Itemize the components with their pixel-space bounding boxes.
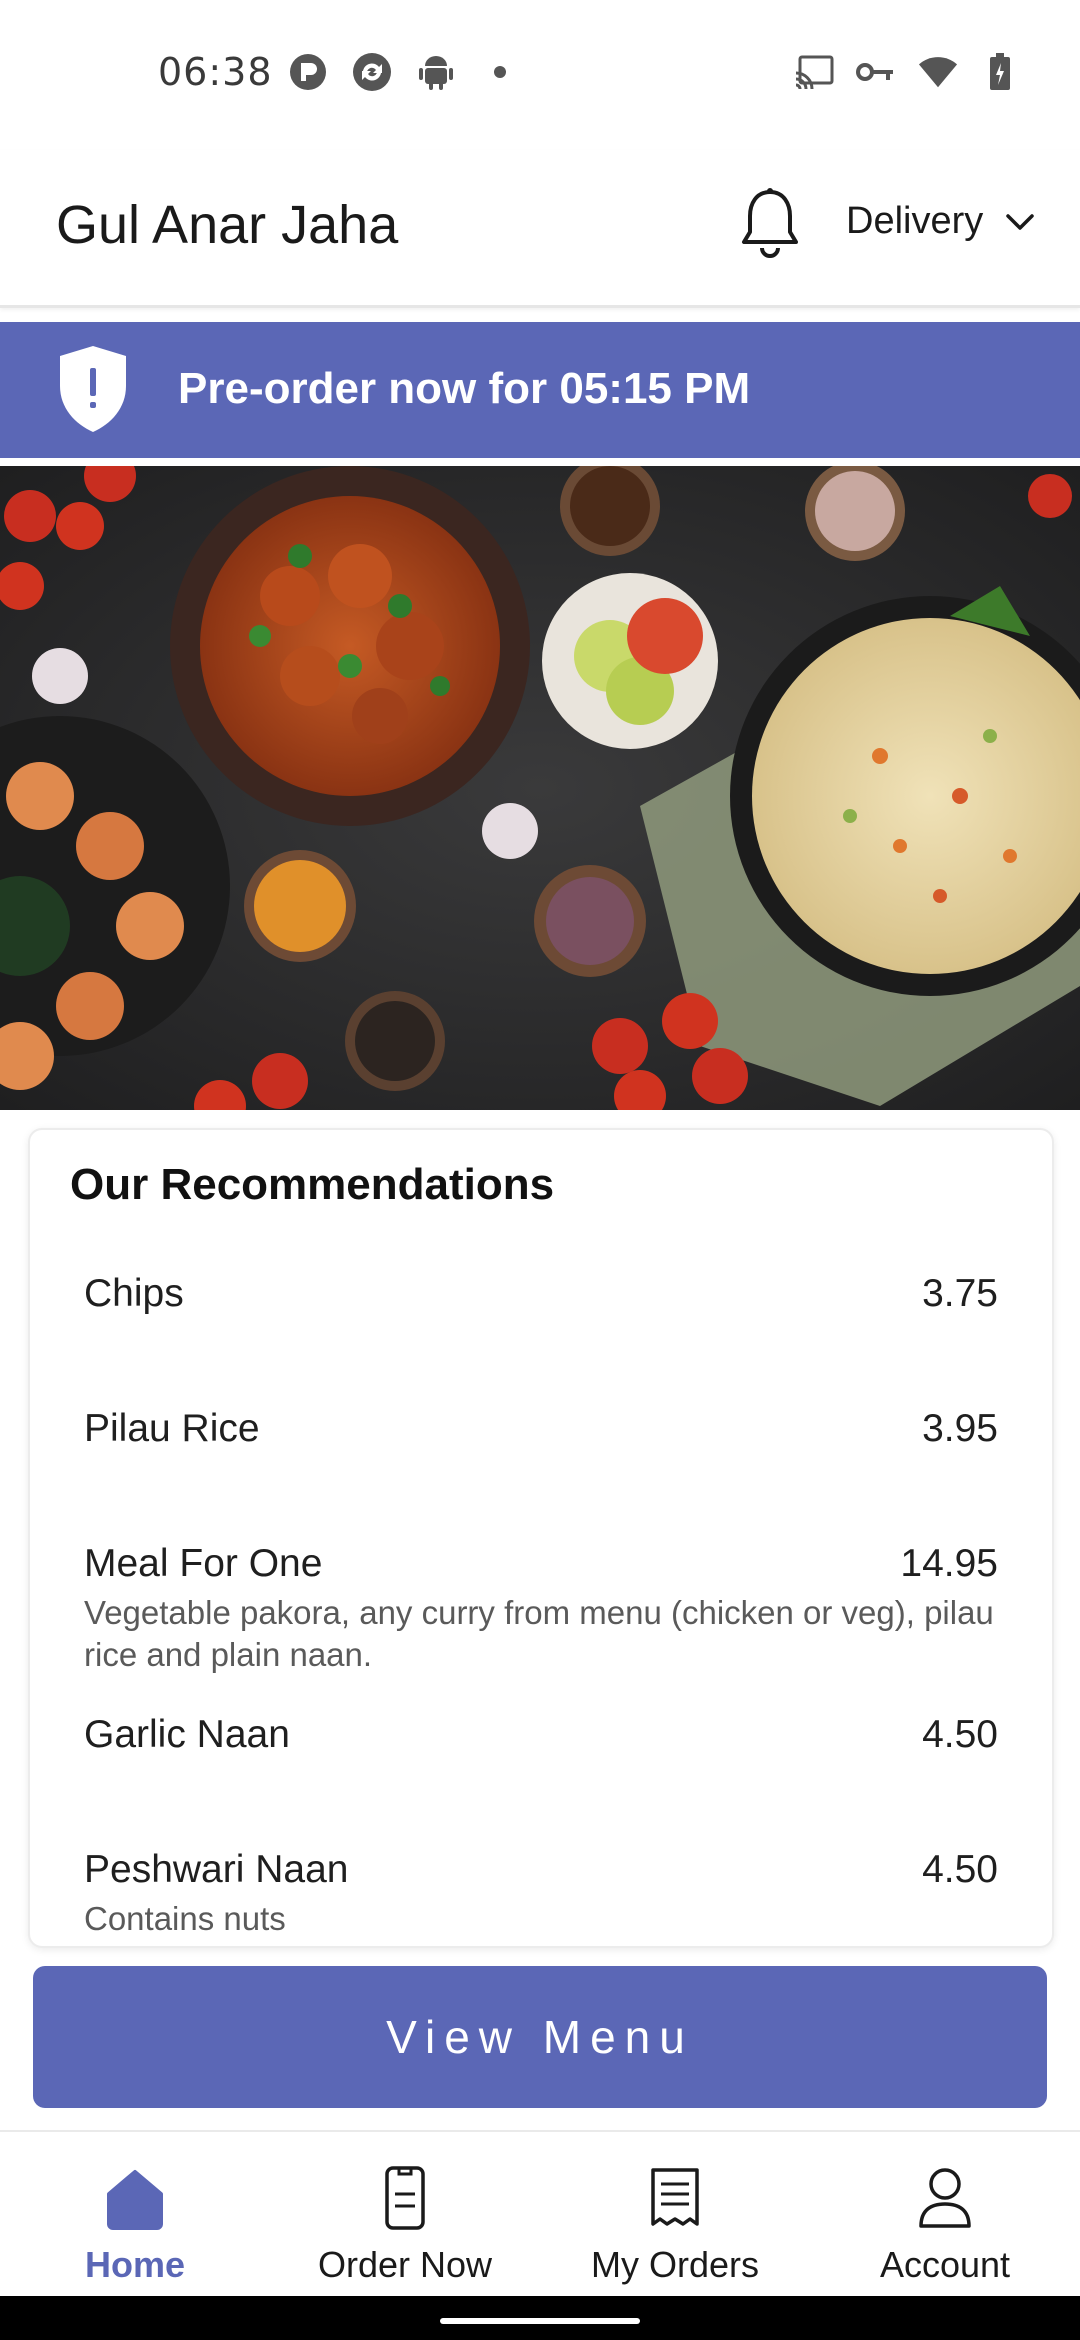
receipt-icon bbox=[651, 2168, 699, 2226]
app-header: Gul Anar Jaha Delivery bbox=[0, 150, 1080, 308]
nav-label-my-orders: My Orders bbox=[590, 2244, 759, 2285]
menu-item-name: Garlic Naan bbox=[84, 1713, 290, 1756]
restaurant-title: Gul Anar Jaha bbox=[56, 195, 399, 255]
status-bar: 06:38 bbox=[0, 0, 1080, 150]
status-icons-left bbox=[288, 52, 520, 92]
mobile-order-icon bbox=[385, 2166, 425, 2230]
home-gesture-handle[interactable] bbox=[440, 2318, 640, 2324]
dot-icon bbox=[480, 52, 520, 92]
status-time: 06:38 bbox=[158, 50, 273, 94]
menu-item-name: Peshwari Naan bbox=[84, 1848, 349, 1891]
nav-item-home[interactable]: Home bbox=[0, 2132, 270, 2295]
p-badge-icon bbox=[288, 52, 328, 92]
delivery-mode-label: Delivery bbox=[846, 200, 984, 242]
hero-food-image bbox=[0, 466, 1080, 1110]
recommendations-title: Our Recommendations bbox=[70, 1160, 555, 1209]
menu-item-price: 14.95 bbox=[900, 1542, 998, 1585]
menu-item-price: 4.50 bbox=[922, 1848, 998, 1891]
menu-item-description: Vegetable pakora, any curry from menu (c… bbox=[84, 1594, 994, 1673]
key-icon bbox=[856, 52, 896, 92]
menu-item-price: 3.95 bbox=[922, 1407, 998, 1450]
menu-item-price: 4.50 bbox=[922, 1713, 998, 1756]
shield-alert-icon bbox=[60, 346, 126, 432]
nav-label-order-now: Order Now bbox=[317, 2244, 493, 2285]
battery-icon bbox=[980, 52, 1020, 92]
preorder-text: Pre-order now for 05:15 PM bbox=[178, 364, 751, 413]
nav-label-home: Home bbox=[84, 2244, 186, 2285]
sync-icon bbox=[352, 52, 392, 92]
menu-item-description: Contains nuts bbox=[84, 1900, 286, 1937]
wifi-icon bbox=[918, 52, 958, 92]
menu-item[interactable]: Meal For One 14.95 Vegetable pakora, any… bbox=[84, 1542, 998, 1676]
menu-item[interactable]: Chips 3.75 bbox=[84, 1272, 998, 1316]
android-icon bbox=[416, 52, 456, 92]
bell-icon[interactable] bbox=[738, 186, 802, 262]
menu-item[interactable]: Peshwari Naan 4.50 Contains nuts bbox=[84, 1848, 998, 1940]
nav-label-account: Account bbox=[879, 2244, 1011, 2285]
menu-item[interactable]: Garlic Naan 4.50 bbox=[84, 1713, 998, 1757]
person-icon bbox=[919, 2168, 971, 2228]
menu-item-name: Pilau Rice bbox=[84, 1407, 260, 1450]
menu-item-price: 3.75 bbox=[922, 1272, 998, 1315]
menu-item[interactable]: Pilau Rice 3.95 bbox=[84, 1407, 998, 1451]
chevron-down-icon bbox=[1006, 213, 1034, 230]
nav-item-order-now[interactable]: Order Now bbox=[270, 2132, 540, 2295]
nav-item-account[interactable]: Account bbox=[810, 2132, 1080, 2295]
cast-icon bbox=[794, 52, 834, 92]
home-icon bbox=[107, 2170, 163, 2230]
menu-item-name: Chips bbox=[84, 1272, 184, 1315]
delivery-mode-dropdown[interactable]: Delivery bbox=[846, 200, 1037, 243]
bottom-nav: Home Order Now My Orders Account bbox=[0, 2130, 1080, 2295]
status-icons-right bbox=[794, 52, 1020, 92]
recommendations-card: Our Recommendations Chips 3.75 Pilau Ric… bbox=[28, 1128, 1054, 1948]
nav-item-my-orders[interactable]: My Orders bbox=[540, 2132, 810, 2295]
menu-item-name: Meal For One bbox=[84, 1542, 323, 1585]
view-menu-button[interactable]: View Menu bbox=[33, 1966, 1047, 2108]
preorder-banner[interactable]: Pre-order now for 05:15 PM bbox=[0, 322, 1080, 458]
